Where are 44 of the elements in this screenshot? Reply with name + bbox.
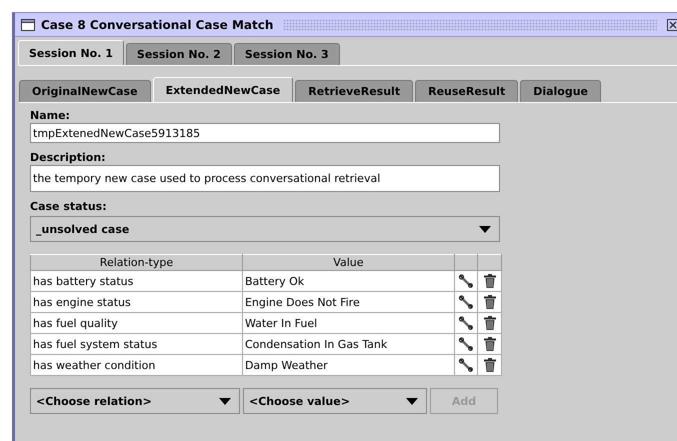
window-icon	[21, 18, 35, 30]
tab[interactable]: RetrieveResult	[295, 80, 414, 102]
table-cell: has fuel quality	[30, 312, 242, 334]
session-tab[interactable]: Session No. 1	[18, 40, 124, 65]
table-cell: Condensation In Gas Tank	[242, 334, 454, 354]
field-label: Case status:	[30, 200, 107, 214]
wrench-icon[interactable]	[458, 295, 474, 309]
field-label: Name:	[30, 109, 70, 123]
table-cell: has weather condition	[30, 354, 242, 376]
caret-icon	[406, 398, 418, 404]
table-cell: has battery status	[30, 270, 242, 292]
table-cell: Engine Does Not Fire	[242, 292, 454, 312]
column-header: Value	[242, 254, 454, 270]
trash-icon[interactable]	[484, 274, 496, 288]
wrench-icon[interactable]	[458, 358, 474, 372]
value-dropdown[interactable]: <Choose value>	[243, 388, 427, 414]
case-status-dropdown[interactable]: _unsolved case	[30, 216, 500, 242]
column-header: Relation-type	[30, 254, 242, 270]
trash-icon[interactable]	[484, 316, 496, 330]
wrench-icon[interactable]	[458, 337, 474, 351]
caret-icon	[479, 226, 491, 232]
caret-icon	[219, 398, 231, 404]
tab[interactable]: Dialogue	[520, 80, 602, 102]
session-tab[interactable]: Session No. 3	[234, 43, 340, 65]
close-icon[interactable]	[667, 18, 677, 30]
trash-icon[interactable]	[484, 337, 496, 351]
window-title: Case 8 Conversational Case Match	[41, 18, 274, 32]
field-label: Description:	[30, 151, 106, 165]
wrench-icon[interactable]	[458, 274, 474, 288]
description-field[interactable]: the tempory new case used to process conversational retrieval	[30, 165, 500, 192]
table-cell: has engine status	[30, 292, 242, 312]
table-cell: has fuel system status	[30, 334, 242, 354]
table-cell: Damp Weather	[242, 354, 454, 376]
table-cell: Water In Fuel	[242, 312, 454, 334]
wrench-icon[interactable]	[458, 316, 474, 330]
trash-icon[interactable]	[484, 295, 496, 309]
relation-dropdown[interactable]: <Choose relation>	[30, 388, 240, 414]
trash-icon[interactable]	[484, 358, 496, 372]
tab[interactable]: ReuseResult	[415, 80, 518, 102]
tab[interactable]: OriginalNewCase	[19, 80, 151, 102]
tab[interactable]: ExtendedNewCase	[152, 77, 294, 102]
table-cell: Battery Ok	[242, 270, 454, 292]
session-tab[interactable]: Session No. 2	[126, 43, 232, 65]
name-field[interactable]: tmpExtenedNewCase5913185	[30, 123, 500, 143]
